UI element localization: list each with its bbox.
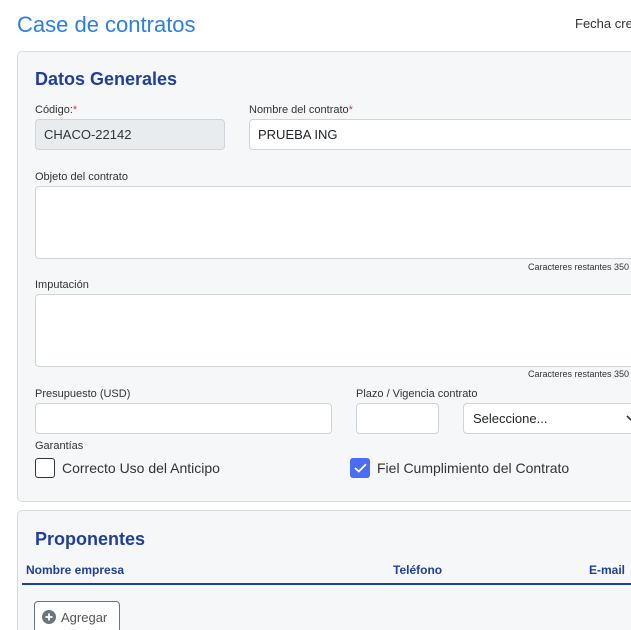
term-input[interactable] [356, 403, 439, 434]
code-label-text: Código: [35, 104, 73, 116]
contract-name-label: Nombre del contrato* [249, 104, 353, 116]
code-label: Código:* [35, 104, 77, 116]
required-mark: * [348, 104, 353, 116]
general-data-title: Datos Generales [35, 69, 178, 89]
object-char-counter: Caracteres restantes 350 [528, 262, 630, 272]
imputation-label: Imputación [35, 279, 89, 291]
advance-use-checkbox[interactable] [35, 458, 55, 478]
faithful-compliance-label: Fiel Cumplimiento del Contrato [377, 460, 570, 476]
creation-date-label: Fecha cre [575, 16, 631, 31]
add-proponent-button[interactable]: Agregar [34, 601, 120, 630]
budget-label: Presupuesto (USD) [35, 388, 131, 400]
contract-name-label-text: Nombre del contrato [249, 104, 349, 116]
term-unit-selected: Seleccione... [473, 411, 548, 426]
code-field: CHACO-22142 [35, 119, 225, 150]
table-header-divider [22, 583, 631, 585]
proponents-card: Proponentes Nombre empresa Teléfono E-ma… [17, 510, 631, 630]
proponents-title: Proponentes [35, 529, 146, 549]
column-header-company: Nombre empresa [26, 563, 125, 577]
column-header-phone: Teléfono [393, 563, 443, 577]
page-title: Case de contratos [17, 12, 196, 37]
contract-object-label: Objeto del contrato [35, 171, 128, 183]
chevron-down-icon [626, 415, 631, 422]
add-button-label: Agregar [61, 610, 108, 625]
imputation-textarea[interactable] [35, 294, 631, 367]
general-data-card: Datos Generales Código:* CHACO-22142 Nom… [17, 51, 631, 502]
faithful-compliance-checkbox[interactable] [350, 458, 370, 478]
contract-object-textarea[interactable] [35, 186, 631, 259]
guarantees-label: Garantías [35, 440, 84, 452]
budget-input[interactable] [35, 403, 332, 434]
column-header-email: E-mail [589, 563, 626, 577]
term-unit-select[interactable]: Seleccione... [463, 403, 631, 434]
imputation-char-counter: Caracteres restantes 350 [528, 369, 630, 379]
contract-name-input[interactable]: PRUEBA ING [249, 119, 631, 150]
advance-use-label: Correcto Uso del Anticipo [62, 460, 220, 476]
plus-circle-icon [42, 610, 56, 624]
required-mark: * [72, 104, 78, 116]
term-label: Plazo / Vigencia contrato [356, 388, 478, 400]
contract-case-page: Case de contratos Fecha cre Datos Genera… [0, 0, 631, 630]
check-icon [354, 463, 367, 473]
